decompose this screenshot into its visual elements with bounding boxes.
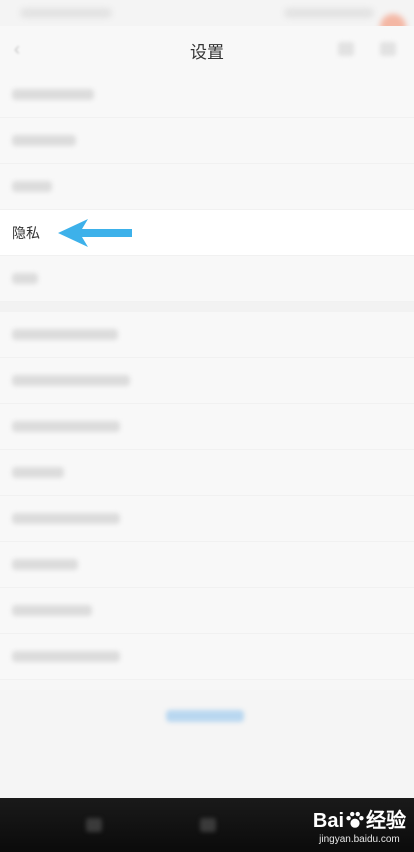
system-nav-bar: Bai 经验 jingyan.baidu.com <box>0 798 414 852</box>
setting-item-1[interactable] <box>0 72 414 118</box>
status-right-icons <box>284 8 374 18</box>
setting-item-label <box>12 375 130 386</box>
setting-item-label <box>12 135 76 146</box>
setting-item-label <box>12 421 120 432</box>
watermark-url: jingyan.baidu.com <box>319 834 400 845</box>
setting-item-label <box>12 273 38 284</box>
setting-item-label <box>12 605 92 616</box>
share-icon[interactable] <box>338 42 354 56</box>
baidu-jingyan-watermark: Bai 经验 jingyan.baidu.com <box>313 804 406 845</box>
watermark-brand-suffix: 经验 <box>366 810 406 832</box>
header: ‹ 设置 <box>0 26 414 72</box>
bottom-area <box>0 690 414 798</box>
setting-item-label <box>12 651 120 662</box>
setting-item-label: 隐私 <box>12 225 40 241</box>
setting-item-label <box>12 329 118 340</box>
paw-icon <box>346 811 364 828</box>
arrow-left-icon <box>58 219 132 247</box>
setting-item-label <box>12 467 64 478</box>
setting-item-6[interactable] <box>0 312 414 358</box>
setting-item-13[interactable] <box>0 634 414 680</box>
setting-item-label <box>12 513 120 524</box>
more-icon[interactable] <box>380 42 396 56</box>
setting-item-2[interactable] <box>0 118 414 164</box>
nav-back-icon[interactable] <box>86 818 102 832</box>
setting-item-label <box>12 181 52 192</box>
setting-item-10[interactable] <box>0 496 414 542</box>
setting-item-label <box>12 559 78 570</box>
setting-item-11[interactable] <box>0 542 414 588</box>
status-left-icons <box>20 8 112 18</box>
group-divider <box>0 302 414 312</box>
setting-item-7[interactable] <box>0 358 414 404</box>
setting-item-privacy[interactable]: 隐私 <box>0 210 414 256</box>
settings-list: 隐私 <box>0 72 414 680</box>
setting-item-9[interactable] <box>0 450 414 496</box>
watermark-brand: Bai <box>312 810 344 832</box>
setting-item-3[interactable] <box>0 164 414 210</box>
setting-item-8[interactable] <box>0 404 414 450</box>
logout-button[interactable] <box>166 710 244 722</box>
setting-item-label <box>12 89 94 100</box>
status-bar <box>0 0 414 40</box>
setting-item-12[interactable] <box>0 588 414 634</box>
setting-item-5[interactable] <box>0 256 414 302</box>
nav-home-icon[interactable] <box>200 818 216 832</box>
